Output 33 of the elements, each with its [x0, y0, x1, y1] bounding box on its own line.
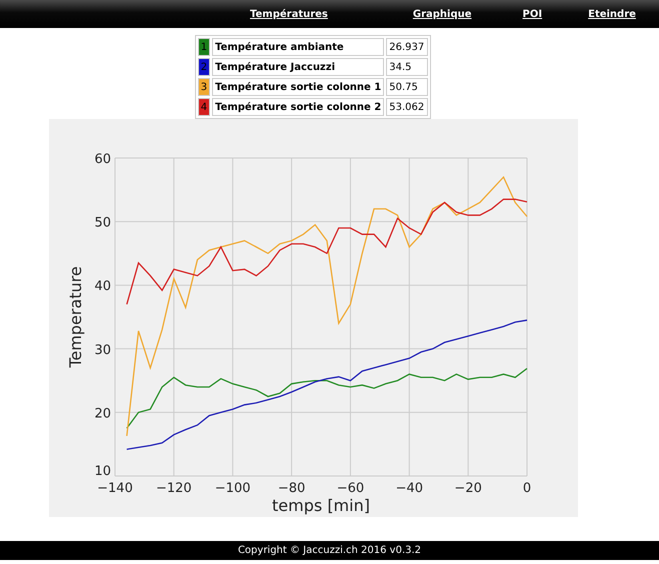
nav-link[interactable]: Températures: [250, 8, 328, 20]
y-tick-label: 40: [94, 279, 110, 294]
nav-link[interactable]: Graphique: [412, 8, 472, 20]
x-tick-label: 0: [522, 481, 531, 496]
copyright-text: Copyright © Jaccuzzi.ch 2016 v0.3.2: [238, 545, 422, 556]
series-marker: 1: [198, 38, 210, 56]
y-tick-label: 50: [94, 216, 110, 231]
x-tick-label: −100: [214, 481, 250, 496]
nav-link[interactable]: POI: [522, 8, 542, 20]
y-axis-label: Temperature: [66, 266, 84, 368]
series-marker: 2: [198, 58, 210, 76]
x-tick-label: −20: [454, 481, 482, 496]
x-tick-label: −80: [277, 481, 305, 496]
x-tick-label: −60: [336, 481, 364, 496]
table-cell: 50.75: [386, 78, 428, 96]
table-cell: 53.062: [386, 98, 428, 116]
series-marker: 4: [198, 98, 210, 116]
y-tick-label: 30: [94, 342, 110, 358]
table-cell: 34.5: [386, 58, 428, 76]
y-tick-label: 60: [94, 152, 110, 167]
table-cell: 26.937: [386, 38, 428, 56]
x-axis-label: temps [min]: [272, 496, 370, 515]
x-tick-label: −40: [395, 481, 422, 496]
y-tick-label: 10: [94, 464, 110, 479]
table-cell: Température sortie colonne 1: [212, 78, 384, 96]
table-cell: Température sortie colonne 2: [212, 98, 384, 116]
y-tick-label: 20: [94, 406, 110, 422]
series-marker: 3: [198, 78, 210, 96]
table-cell: Température ambiante: [212, 38, 384, 56]
nav-link[interactable]: Eteindre: [588, 8, 636, 20]
x-tick-label: −140: [96, 481, 132, 496]
x-tick-label: −120: [156, 481, 192, 496]
table-cell: Température Jaccuzzi: [212, 58, 384, 76]
